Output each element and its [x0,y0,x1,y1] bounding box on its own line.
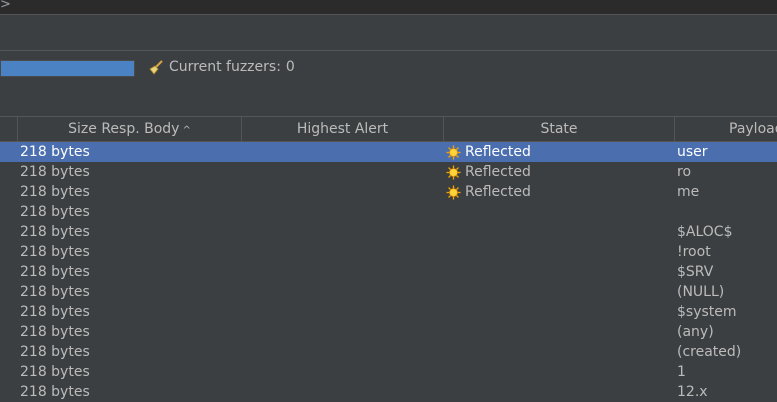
column-header-highest-alert[interactable]: Highest Alert [241,117,443,141]
top-strip: > [0,0,777,15]
cell-payload: !root [677,244,711,260]
column-header-size-resp-body[interactable]: Size Resp. Body ^ [17,117,241,141]
reflected-sun-icon [446,184,461,200]
table-row[interactable]: 218 bytes Reflected ro [0,162,777,182]
cell-payload: (created) [677,344,742,360]
cell-payload: $ALOC$ [677,224,733,240]
cell-size-resp-body: 218 bytes [20,144,90,160]
progress-bar [0,60,135,77]
cell-size-resp-body: 218 bytes [20,224,90,240]
cell-state-label: Reflected [465,144,531,160]
current-fuzzers-count: 0 [285,59,295,75]
cell-payload: 1 [677,364,686,380]
cell-state: Reflected [446,162,531,182]
cell-payload: me [677,184,700,200]
table-row[interactable]: 218 bytes (any) [0,322,777,342]
cell-size-resp-body: 218 bytes [20,364,90,380]
cell-size-resp-body: 218 bytes [20,204,90,220]
table-row[interactable]: 218 bytes [0,202,777,222]
cell-payload: 12.x [677,384,708,400]
cell-size-resp-body: 218 bytes [20,324,90,340]
chevron-right-icon[interactable]: > [0,0,11,12]
table-row[interactable]: 218 bytes Reflected user [0,142,777,162]
column-header-payload[interactable]: Payload [674,117,777,141]
results-table: Size Resp. Body ^ Highest Alert State Pay… [0,117,777,400]
reflected-sun-icon [446,144,461,160]
progress-fill [1,61,134,76]
table-row[interactable]: 218 bytes $system [0,302,777,322]
table-row[interactable]: 218 bytes (created) [0,342,777,362]
reflected-sun-icon [446,164,461,180]
table-row[interactable]: 218 bytes !root [0,242,777,262]
cell-size-resp-body: 218 bytes [20,284,90,300]
cell-size-resp-body: 218 bytes [20,244,90,260]
table-header: Size Resp. Body ^ Highest Alert State Pay… [0,117,777,142]
broom-icon [149,60,163,75]
column-header-index[interactable] [0,117,17,141]
cell-payload: (NULL) [677,284,725,300]
cell-state-label: Reflected [465,164,531,180]
table-row[interactable]: 218 bytes (NULL) [0,282,777,302]
current-fuzzers-label: Current fuzzers: [169,59,281,75]
cell-size-resp-body: 218 bytes [20,344,90,360]
column-header-state[interactable]: State [443,117,674,141]
cell-size-resp-body: 218 bytes [20,184,90,200]
table-row[interactable]: 218 bytes 12.x [0,382,777,402]
table-row[interactable]: 218 bytes $SRV [0,262,777,282]
cell-payload: user [677,144,708,160]
cell-state-label: Reflected [465,184,531,200]
toolbar-band [0,15,777,51]
cell-size-resp-body: 218 bytes [20,164,90,180]
cell-size-resp-body: 218 bytes [20,264,90,280]
current-fuzzers: Current fuzzers: 0 [148,59,295,75]
progress-row: Current fuzzers: 0 [0,51,777,85]
cell-state: Reflected [446,142,531,162]
table-row[interactable]: 218 bytes $ALOC$ [0,222,777,242]
column-header-size-label: Size Resp. Body [68,121,180,137]
cell-payload: $system [677,304,737,320]
cell-size-resp-body: 218 bytes [20,384,90,400]
cell-size-resp-body: 218 bytes [20,304,90,320]
sort-ascending-icon: ^ [182,125,191,136]
cell-state: Reflected [446,182,531,202]
table-row[interactable]: 218 bytes 1 [0,362,777,382]
cell-payload: (any) [677,324,714,340]
cell-payload: ro [677,164,692,180]
table-row[interactable]: 218 bytes Reflected me [0,182,777,202]
cell-payload: $SRV [677,264,714,280]
